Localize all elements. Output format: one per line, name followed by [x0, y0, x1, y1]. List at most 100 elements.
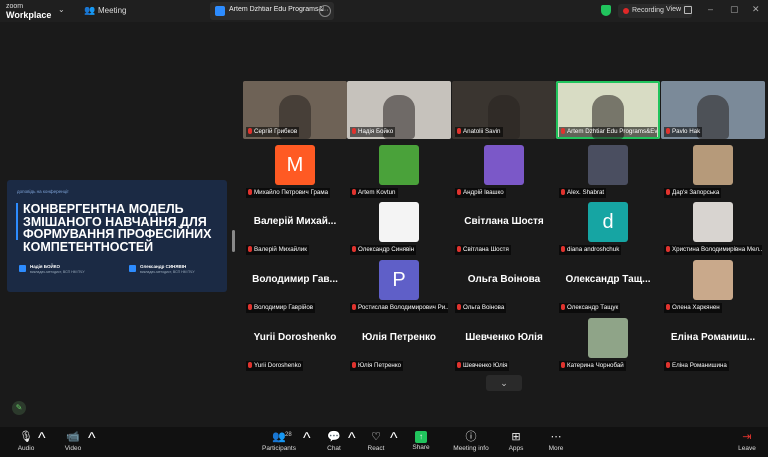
grid-view-icon[interactable] — [684, 6, 692, 14]
apps-button[interactable]: ⊞ Apps — [505, 430, 527, 452]
participant-name: Олена Харкянен — [672, 304, 720, 311]
panel-resize-handle[interactable] — [232, 230, 235, 252]
apps-label: Apps — [508, 445, 524, 452]
annotate-pencil-icon[interactable]: ✎ — [12, 401, 26, 415]
participant-tile[interactable]: Yurii Doroshenko Yurii Doroshenko — [243, 315, 347, 373]
participant-name-label: Володимир Гаврійов — [246, 303, 316, 313]
participant-tile[interactable]: Дар'я Запорська — [661, 142, 765, 200]
chat-label: Chat — [327, 445, 341, 452]
react-button[interactable]: ♡ React — [365, 430, 387, 452]
participant-name-label: Юлія Петренко — [350, 361, 404, 371]
participant-name-label: Сергій Грибков — [246, 127, 300, 137]
participant-display-name: Олександр Тащ... — [565, 274, 651, 285]
zoom-logo: zoom Workplace — [6, 2, 51, 20]
participant-tile[interactable]: Еліна Романиш... Еліна Романишина — [661, 315, 765, 373]
muted-mic-icon — [248, 128, 252, 134]
participants-caret[interactable]: ^ — [303, 430, 311, 448]
participant-avatar — [588, 318, 628, 358]
participant-name-label: Михайло Петрович Грама — [246, 188, 331, 198]
maximize-icon[interactable]: ▢ — [730, 4, 739, 15]
participant-name-label: diana androshchuk — [559, 245, 622, 255]
view-button[interactable]: View — [666, 6, 681, 13]
author-name: Олександр СИНЯВІН — [140, 264, 187, 269]
participant-tile[interactable]: Олександр Тащ... Олександр Тащук — [556, 257, 660, 315]
slide-accent-bar — [16, 203, 18, 240]
participant-name: Сергій Грибков — [254, 128, 298, 135]
muted-mic-icon — [561, 304, 565, 310]
participant-name: Юлія Петренко — [358, 362, 402, 369]
participant-tile[interactable]: Андрій Івашко — [452, 142, 556, 200]
leave-label: Leave — [738, 445, 756, 452]
participant-tile[interactable]: Катерина Чорнобай — [556, 315, 660, 373]
participant-tile[interactable]: Pavlo Hak — [661, 81, 765, 139]
participant-tile[interactable]: Сергій Грибков — [243, 81, 347, 139]
react-caret[interactable]: ^ — [390, 430, 398, 448]
participant-tile[interactable]: Олена Харкянен — [661, 257, 765, 315]
participant-tile[interactable]: Ольга Воінова Ольга Воінова — [452, 257, 556, 315]
participant-tile[interactable]: Світлана Шостя Світлана Шостя — [452, 199, 556, 257]
muted-mic-icon — [561, 128, 565, 134]
participant-name: Катерина Чорнобай — [567, 362, 624, 369]
chat-button[interactable]: 💬 Chat — [323, 430, 345, 452]
participant-display-name: Шевченко Юлія — [465, 332, 543, 343]
participant-name-label: Олександр Тащук — [559, 303, 621, 313]
participant-tile[interactable]: M Михайло Петрович Грама — [243, 142, 347, 200]
share-arrow-icon: ↑ — [415, 431, 427, 443]
muted-mic-icon — [457, 128, 461, 134]
muted-mic-icon — [666, 189, 670, 195]
participant-tile[interactable]: Alex. Shabrat — [556, 142, 660, 200]
gallery-scroll-down[interactable]: ⌄ — [486, 375, 522, 391]
participant-name-label: Ростислав Володимирович Ри... — [350, 303, 448, 313]
share-tab[interactable]: Artem Dzhtiar Edu Programs&Eve ··· — [210, 2, 334, 20]
participant-tile[interactable]: Володимир Гав... Володимир Гаврійов — [243, 257, 347, 315]
minimize-icon[interactable]: – — [708, 4, 713, 14]
participant-tile[interactable]: P Ростислав Володимирович Ри... — [347, 257, 451, 315]
participant-tile[interactable]: Artem Dzhtiar Edu Programs&Eve — [556, 81, 660, 139]
close-icon[interactable]: ✕ — [752, 4, 760, 15]
participant-name: diana androshchuk — [567, 246, 620, 253]
more-button[interactable]: ⋯ More — [545, 430, 567, 452]
participant-name: Валерій Михайлик — [254, 246, 307, 253]
muted-mic-icon — [352, 304, 356, 310]
participant-tile[interactable]: Anatolii Savin — [452, 81, 556, 139]
participant-avatar — [379, 202, 419, 242]
participant-tile[interactable]: Шевченко Юлія Шевченко Юлія — [452, 315, 556, 373]
participant-tile[interactable]: Надія Бойко — [347, 81, 451, 139]
security-shield-icon[interactable] — [601, 5, 611, 16]
share-button[interactable]: ↑ Share — [410, 430, 432, 451]
participant-tile[interactable]: Олександр Синявін — [347, 199, 451, 257]
meeting-info-button[interactable]: ⓘ Meeting info — [451, 430, 491, 452]
participant-name-label: Олександр Синявін — [350, 245, 417, 255]
participant-tile[interactable]: d diana androshchuk — [556, 199, 660, 257]
chevron-down-icon[interactable]: ⌄ — [58, 5, 65, 14]
video-label: Video — [64, 445, 82, 452]
chat-caret[interactable]: ^ — [348, 430, 356, 448]
muted-mic-icon — [352, 362, 356, 368]
participant-name-label: Artem Kovtun — [350, 188, 398, 198]
participant-avatar — [588, 145, 628, 185]
chat-icon: 💬 — [327, 431, 341, 443]
react-label: React — [367, 445, 385, 452]
video-button[interactable]: 📹 Video — [60, 430, 86, 452]
participant-name: Alex. Shabrat — [567, 189, 605, 196]
participant-name-label: Світлана Шостя — [455, 245, 511, 255]
participant-tile[interactable]: Юлія Петренко Юлія Петренко — [347, 315, 451, 373]
shared-screen-slide: доповідь на конференції КОНВЕРГЕНТНА МОД… — [7, 180, 227, 292]
slide-kicker: доповідь на конференції — [17, 189, 69, 194]
video-options-caret[interactable]: ^ — [88, 430, 96, 448]
participant-name-label: Alex. Shabrat — [559, 188, 607, 198]
participant-tile[interactable]: Христина Володимирівна Мел... — [661, 199, 765, 257]
meeting-menu[interactable]: Meeting — [98, 6, 126, 15]
muted-mic-icon — [352, 128, 356, 134]
participant-tile[interactable]: Artem Kovtun — [347, 142, 451, 200]
participant-tile[interactable]: Валерій Михай... Валерій Михайлик — [243, 199, 347, 257]
participant-name-label: Еліна Романишина — [664, 361, 729, 371]
more-options-icon[interactable]: ··· — [319, 5, 331, 17]
author-icon — [19, 265, 26, 272]
leave-button[interactable]: ⇥ Leave — [736, 430, 758, 452]
audio-label: Audio — [17, 445, 35, 452]
muted-mic-icon — [457, 304, 461, 310]
audio-button[interactable]: 🎙 Audio — [14, 430, 38, 452]
audio-options-caret[interactable]: ^ — [38, 430, 46, 448]
participant-avatar — [693, 145, 733, 185]
